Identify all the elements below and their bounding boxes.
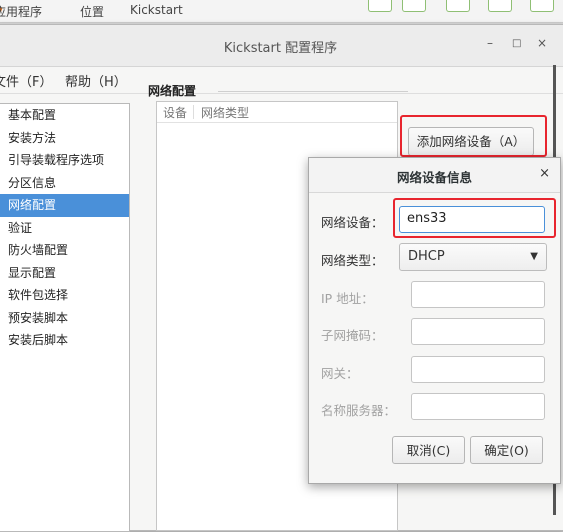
highlight-box bbox=[400, 115, 547, 157]
sidebar-item-pre-script[interactable]: 预安装脚本 bbox=[0, 307, 129, 330]
sidebar-item-basic[interactable]: 基本配置 bbox=[0, 104, 129, 127]
chevron-down-icon: ▼ bbox=[530, 251, 538, 262]
places-menu[interactable]: 位置 bbox=[80, 3, 104, 20]
sidebar-item-packages[interactable]: 软件包选择 bbox=[0, 284, 129, 307]
window-title: Kickstart 配置程序 bbox=[223, 41, 338, 56]
top-panel: 应用程序 位置 Kickstart bbox=[0, 0, 563, 23]
ip-input[interactable] bbox=[411, 281, 545, 308]
gateway-input[interactable] bbox=[411, 356, 545, 383]
network-type-select[interactable]: DHCP ▼ bbox=[399, 243, 547, 271]
file-menu[interactable]: 文件（F） bbox=[0, 71, 52, 90]
applications-menu[interactable]: 应用程序 bbox=[0, 3, 42, 20]
ip-label: IP 地址： bbox=[321, 291, 374, 306]
close-window-button[interactable]: × bbox=[537, 36, 547, 50]
tray-icon-3[interactable] bbox=[446, 0, 470, 12]
tray-icon-4[interactable] bbox=[488, 0, 512, 12]
sidebar-item-network[interactable]: 网络配置 bbox=[0, 194, 129, 217]
column-separator bbox=[193, 105, 194, 119]
dns-label: 名称服务器： bbox=[321, 403, 397, 418]
tray-icon-2[interactable] bbox=[402, 0, 426, 12]
window-titlebar[interactable]: Kickstart 配置程序 – □ × bbox=[0, 25, 563, 67]
category-list: 基本配置 安装方法 引导装载程序选项 分区信息 网络配置 验证 防火墙配置 显示… bbox=[0, 103, 130, 532]
dns-input[interactable] bbox=[411, 393, 545, 420]
column-device[interactable]: 设备 bbox=[163, 104, 187, 121]
section-title: 网络配置 bbox=[148, 84, 197, 98]
minimize-button[interactable]: – bbox=[487, 36, 493, 50]
app-name-menu[interactable]: Kickstart bbox=[130, 3, 183, 17]
device-label: 网络设备： bbox=[321, 215, 384, 230]
sidebar-item-firewall[interactable]: 防火墙配置 bbox=[0, 239, 129, 262]
netmask-input[interactable] bbox=[411, 318, 545, 345]
cancel-button[interactable]: 取消(C) bbox=[392, 436, 465, 464]
table-header: 设备 网络类型 bbox=[157, 102, 397, 123]
netmask-label: 子网掩码： bbox=[321, 328, 384, 343]
sidebar-item-partitions[interactable]: 分区信息 bbox=[0, 172, 129, 195]
sidebar-item-install-method[interactable]: 安装方法 bbox=[0, 127, 129, 150]
dialog-title: 网络设备信息 bbox=[396, 170, 472, 185]
gateway-label: 网关： bbox=[321, 366, 359, 381]
sidebar-item-post-script[interactable]: 安装后脚本 bbox=[0, 329, 129, 352]
sidebar-item-auth[interactable]: 验证 bbox=[0, 217, 129, 240]
type-label: 网络类型： bbox=[321, 253, 384, 268]
tray-icon-1[interactable] bbox=[368, 0, 392, 12]
maximize-button[interactable]: □ bbox=[512, 38, 521, 49]
ok-button[interactable]: 确定(O) bbox=[470, 436, 543, 464]
tray-icon-5[interactable] bbox=[530, 0, 554, 12]
menubar: 文件（F） 帮助（H） bbox=[0, 67, 563, 94]
sidebar-item-display[interactable]: 显示配置 bbox=[0, 262, 129, 285]
dialog-close-icon[interactable]: × bbox=[539, 166, 550, 181]
column-network-type[interactable]: 网络类型 bbox=[201, 104, 249, 121]
network-type-value: DHCP bbox=[408, 249, 445, 264]
dialog-titlebar[interactable]: 网络设备信息 × bbox=[309, 158, 560, 193]
help-menu[interactable]: 帮助（H） bbox=[65, 71, 127, 90]
network-device-dialog: 网络设备信息 × 网络设备： ens33 网络类型： DHCP ▼ IP 地址：… bbox=[308, 157, 561, 484]
highlight-box bbox=[393, 198, 556, 238]
section-divider bbox=[218, 91, 408, 92]
sidebar-item-bootloader[interactable]: 引导装载程序选项 bbox=[0, 149, 129, 172]
